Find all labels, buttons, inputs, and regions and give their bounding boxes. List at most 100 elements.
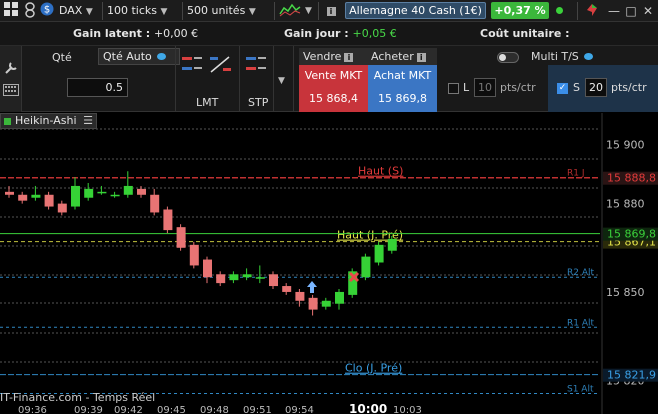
gain-latent-value: +0,00 € <box>153 27 199 40</box>
stop-checkbox[interactable]: ✓ <box>557 83 568 94</box>
chart-candles <box>5 171 397 316</box>
multi-ts-toggle[interactable] <box>497 52 519 63</box>
stop-order-icon[interactable] <box>245 54 269 79</box>
top-toolbar: $ DAX ▼ 100 ticks ▼ 500 unités ▼ ▼ i All… <box>0 0 658 22</box>
limit-checkbox[interactable] <box>448 83 459 94</box>
chat-bubble-icon <box>584 53 594 60</box>
order-panel: Qté Qté Auto 0.5 LMT STP ▼ Vendre i Achet… <box>0 46 658 112</box>
chevron-down-icon[interactable]: ▼ <box>305 6 312 16</box>
candle-body <box>137 188 146 195</box>
change-badge: +0,37 % <box>491 2 549 19</box>
time-label: 09:42 <box>114 405 143 414</box>
link-icon[interactable] <box>23 2 37 20</box>
candle-body <box>31 194 41 198</box>
candle-body <box>308 297 318 310</box>
time-label: 09:39 <box>74 405 103 414</box>
time-label: 09:51 <box>243 405 272 414</box>
stp-label[interactable]: STP <box>248 96 268 109</box>
quantity-input[interactable]: 0.5 <box>67 78 128 97</box>
candle-body <box>84 188 94 198</box>
candle-body <box>295 291 305 301</box>
level-tag: R1 Alt <box>567 318 594 328</box>
level-value-label: 15 888,8 <box>607 172 656 185</box>
sell-header-label: Vendre <box>303 50 342 63</box>
stop-check-label: S <box>573 81 580 94</box>
candle-body <box>123 185 133 195</box>
candle-body <box>110 194 120 197</box>
sell-market-button[interactable]: Vente MKT 15 868,4 <box>299 65 368 112</box>
period-label: 100 ticks <box>107 4 158 17</box>
candle-body <box>97 191 107 194</box>
chevron-down-icon: ▼ <box>160 7 168 17</box>
candle-body <box>18 194 28 201</box>
period-select[interactable]: 100 ticks ▼ <box>107 2 167 20</box>
svg-text:$: $ <box>44 5 50 16</box>
candle-body <box>176 227 186 248</box>
instrument-label: DAX <box>59 4 83 17</box>
candle-body <box>57 203 67 213</box>
units-select[interactable]: 500 unités ▼ <box>187 2 256 20</box>
price-chart[interactable]: Haut (S) R1 JHaut (J. Pré)Clo (J. Pré)R2 … <box>0 113 658 414</box>
limit-unit-label: pts/ctr <box>500 81 536 94</box>
close-icon[interactable]: ✕ <box>641 2 655 20</box>
maximize-icon[interactable]: □ <box>624 2 638 20</box>
candle-body <box>335 291 344 304</box>
candle-body <box>216 274 226 284</box>
level-value-label: 15 821,9 <box>607 369 656 382</box>
side-tools <box>0 46 22 112</box>
candle-body <box>282 286 292 292</box>
minimize-icon[interactable]: — <box>607 2 621 20</box>
units-label: 500 unités <box>187 4 246 17</box>
candle-body <box>163 209 173 231</box>
qty-auto-button[interactable]: Qté Auto <box>98 48 180 65</box>
keyboard-icon[interactable] <box>3 84 19 99</box>
trend-order-icon[interactable] <box>209 54 233 79</box>
qty-label: Qté <box>52 51 72 64</box>
info-icon[interactable]: i <box>344 52 354 62</box>
limit-points-input[interactable]: 10 <box>474 78 496 97</box>
info-icon[interactable]: i <box>416 52 426 62</box>
wrench-icon[interactable] <box>3 60 19 79</box>
instrument-name-badge[interactable]: Allemagne 40 Cash (1€) <box>345 2 486 19</box>
instrument-select[interactable]: DAX ▼ <box>59 2 93 20</box>
lmt-label[interactable]: LMT <box>196 96 218 109</box>
time-label: 10:03 <box>393 405 422 414</box>
candle-body <box>150 194 160 213</box>
chart-footer: IT-Finance.com - Temps Réel <box>0 391 155 404</box>
buy-market-button[interactable]: Achat MKT 15 869,8 <box>368 65 437 112</box>
time-label: 09:54 <box>285 405 314 414</box>
price-tick-label: 15 880 <box>606 198 645 211</box>
candle-body <box>361 256 371 278</box>
stop-points-input[interactable]: 20 <box>585 78 607 97</box>
bolt-icon[interactable] <box>583 2 601 20</box>
gain-day-label: Gain jour : <box>284 27 349 40</box>
gain-day: Gain jour : +0,05 € <box>284 27 397 40</box>
level-tag: R1 J <box>567 169 585 179</box>
chat-bubble-icon <box>157 53 167 60</box>
candle-body <box>269 274 278 287</box>
chevron-down-icon: ▼ <box>85 7 93 17</box>
level-tag: S1 Alt <box>567 385 594 395</box>
gain-latent-label: Gain latent : <box>73 27 151 40</box>
chevron-down-icon[interactable]: ▼ <box>278 76 285 86</box>
list-icon[interactable]: ☰ <box>80 114 96 128</box>
candle-body <box>321 300 331 307</box>
sparkline-icon[interactable] <box>278 2 302 20</box>
candle-body <box>5 191 14 195</box>
buy-header: Acheter i <box>368 48 437 65</box>
sell-market-label: Vente MKT <box>304 69 363 82</box>
unit-cost-label: Coût unitaire : <box>480 27 570 40</box>
candle-body <box>255 277 265 279</box>
sell-price: 15 868,4 <box>309 92 358 105</box>
limit-order-icon[interactable] <box>181 54 205 79</box>
buy-header-label: Acheter <box>371 50 414 63</box>
time-label: 09:48 <box>200 405 229 414</box>
ask-value-label: 15 869,8 <box>607 228 656 241</box>
candle-body <box>387 238 397 251</box>
chevron-down-icon: ▼ <box>248 7 256 17</box>
unit-cost: Coût unitaire : <box>480 27 570 40</box>
info-icon[interactable]: i <box>325 2 337 20</box>
candle-body <box>71 185 80 207</box>
grid-icon[interactable] <box>3 2 19 20</box>
level-label: Haut (S) <box>358 165 403 178</box>
